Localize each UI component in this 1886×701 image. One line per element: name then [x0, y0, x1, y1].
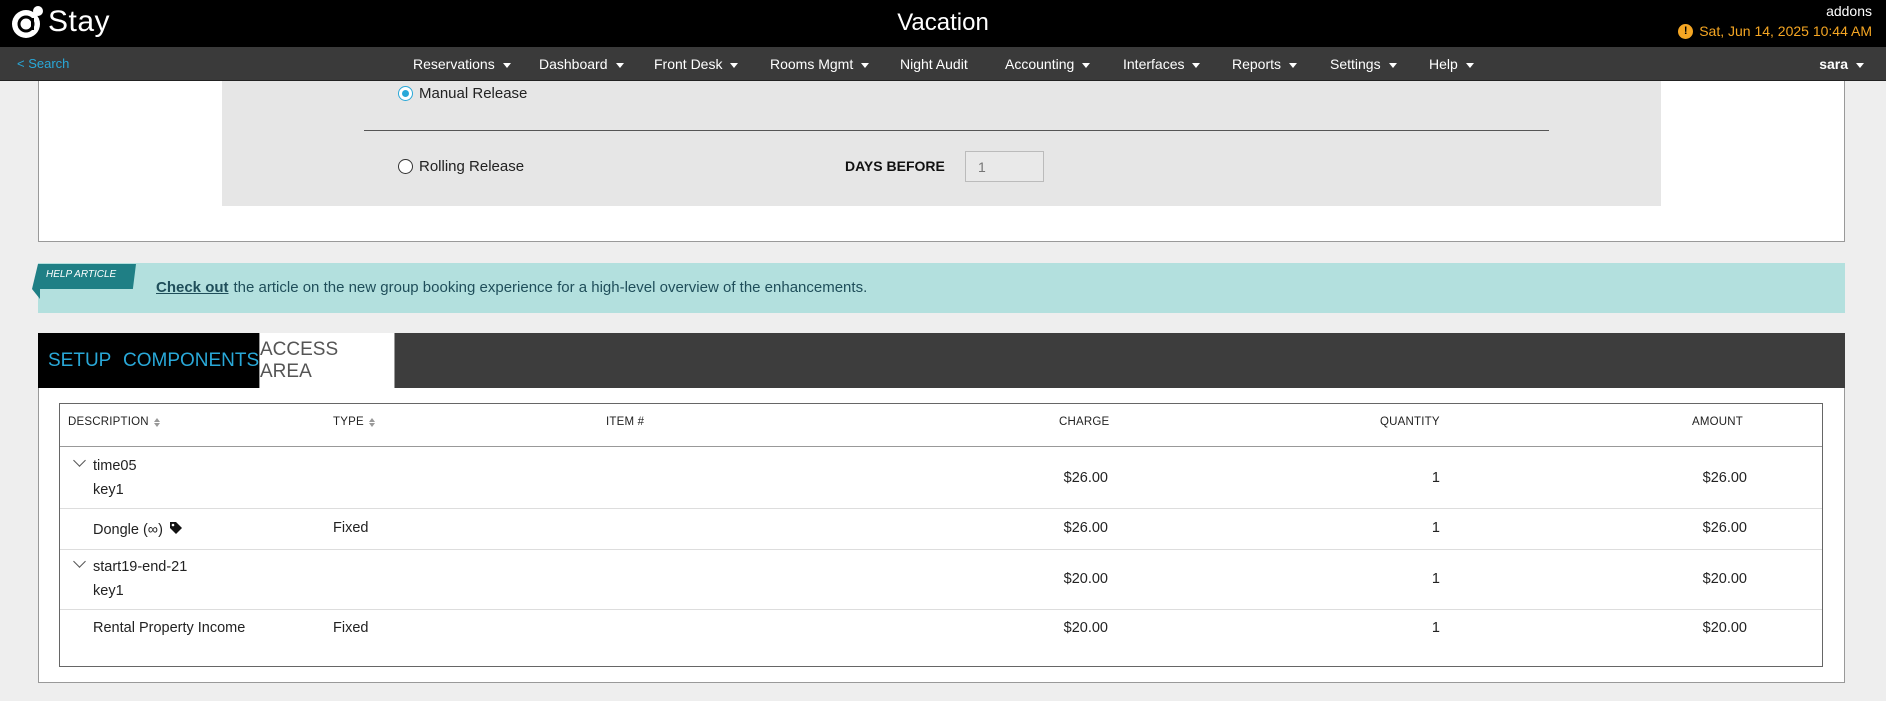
nav-label: Help: [1429, 56, 1458, 72]
tab-components[interactable]: COMPONENTS: [123, 333, 259, 388]
logo-mark-icon: [10, 4, 46, 40]
tab-access-area[interactable]: ACCESS AREA: [259, 333, 395, 388]
row-description: start19-end-21: [93, 559, 188, 575]
column-header-type[interactable]: TYPE: [333, 416, 375, 428]
caret-down-icon: [730, 62, 739, 68]
nav-front-desk[interactable]: Front Desk: [654, 56, 739, 72]
nav-accounting[interactable]: Accounting: [1005, 56, 1091, 72]
app-title: Vacation: [897, 9, 989, 36]
nav-label: Reservations: [413, 56, 495, 72]
business-date: ! Sat, Jun 14, 2025 10:44 AM: [1678, 23, 1872, 39]
check-out-link[interactable]: Check out: [156, 279, 229, 296]
row-amount: $26.00: [1702, 470, 1747, 486]
nav-dashboard[interactable]: Dashboard: [539, 56, 624, 72]
caret-down-icon: [1388, 62, 1397, 68]
manual-release-radio[interactable]: [398, 86, 413, 101]
row-charge: $26.00: [1063, 520, 1108, 536]
days-before-input[interactable]: [965, 151, 1044, 182]
main-nav: < Search Reservations Dashboard Front De…: [0, 47, 1886, 81]
days-before-label: DAYS BEFORE: [845, 158, 945, 174]
access-area-table: DESCRIPTION TYPE ITEM # CHARGE QUANTITY …: [59, 403, 1823, 667]
nav-label: Front Desk: [654, 56, 723, 72]
row-amount: $26.00: [1702, 520, 1747, 536]
nav-label: Interfaces: [1123, 56, 1185, 72]
manual-release-label[interactable]: Manual Release: [419, 85, 527, 102]
row-type: Fixed: [333, 520, 369, 536]
nav-label: Dashboard: [539, 56, 608, 72]
account-name[interactable]: addons: [1678, 3, 1872, 19]
row-quantity: 1: [1431, 620, 1440, 636]
warning-icon: !: [1678, 23, 1694, 39]
row-subdescription: key1: [93, 583, 124, 599]
caret-down-icon: [615, 62, 624, 68]
help-article-text: Check out the article on the new group bo…: [156, 279, 867, 296]
logo-text: Stay: [48, 5, 111, 38]
user-name: sara: [1819, 56, 1848, 72]
nav-label: Reports: [1232, 56, 1282, 72]
nav-rooms-mgmt[interactable]: Rooms Mgmt: [770, 56, 870, 72]
nav-help[interactable]: Help: [1429, 56, 1474, 72]
row-divider: [60, 609, 1822, 610]
caret-down-icon: [1289, 62, 1298, 68]
caret-down-icon: [502, 62, 511, 68]
column-header-item: ITEM #: [606, 416, 645, 428]
datetime-text: Sat, Jun 14, 2025 10:44 AM: [1699, 23, 1872, 39]
tab-setup[interactable]: SETUP: [48, 333, 111, 388]
caret-down-icon: [1192, 62, 1201, 68]
caret-down-icon: [1856, 62, 1864, 68]
nav-reports[interactable]: Reports: [1232, 56, 1298, 72]
caret-down-icon: [861, 62, 870, 68]
nav-interfaces[interactable]: Interfaces: [1123, 56, 1201, 72]
row-description: Dongle (∞): [93, 521, 183, 539]
nav-night-audit[interactable]: Night Audit: [900, 56, 968, 72]
column-header-amount: AMOUNT: [1692, 416, 1744, 428]
header-info: addons ! Sat, Jun 14, 2025 10:44 AM: [1678, 3, 1872, 39]
row-charge: $20.00: [1063, 571, 1108, 587]
sort-icon: [153, 417, 160, 427]
nav-settings[interactable]: Settings: [1330, 56, 1397, 72]
row-type: Fixed: [333, 620, 369, 636]
app-logo[interactable]: Stay: [10, 4, 110, 40]
column-header-charge: CHARGE: [1059, 416, 1110, 428]
nav-label: Night Audit: [900, 56, 968, 72]
top-bar: Stay Vacation addons ! Sat, Jun 14, 2025…: [0, 0, 1886, 47]
row-quantity: 1: [1431, 520, 1440, 536]
tab-bar: SETUP COMPONENTS ACCESS AREA: [38, 333, 1845, 388]
row-quantity: 1: [1431, 571, 1440, 587]
nav-label: Settings: [1330, 56, 1381, 72]
nav-reservations[interactable]: Reservations: [413, 56, 511, 72]
row-charge: $20.00: [1063, 620, 1108, 636]
rolling-release-radio[interactable]: [398, 159, 413, 174]
sort-icon: [368, 417, 375, 427]
header-divider: [60, 446, 1822, 447]
nav-label: Rooms Mgmt: [770, 56, 854, 72]
row-charge: $26.00: [1063, 470, 1108, 486]
row-divider: [60, 508, 1822, 509]
row-description: time05: [93, 458, 137, 474]
row-amount: $20.00: [1702, 620, 1747, 636]
chevron-down-icon[interactable]: [73, 555, 86, 568]
nav-label: Accounting: [1005, 56, 1075, 72]
row-amount: $20.00: [1702, 571, 1747, 587]
release-divider: [364, 130, 1549, 131]
help-description: the article on the new group booking exp…: [233, 279, 868, 296]
row-description: Rental Property Income: [93, 620, 246, 636]
caret-down-icon: [1465, 62, 1474, 68]
row-subdescription: key1: [93, 482, 124, 498]
row-quantity: 1: [1431, 470, 1440, 486]
chevron-down-icon[interactable]: [73, 454, 86, 467]
ribbon-fold: [32, 289, 40, 299]
rolling-release-label[interactable]: Rolling Release: [419, 158, 524, 175]
help-article-ribbon: HELP ARTICLE: [32, 264, 136, 289]
column-header-description[interactable]: DESCRIPTION: [68, 416, 160, 428]
user-menu[interactable]: sara: [1819, 56, 1864, 72]
row-divider: [60, 549, 1822, 550]
caret-down-icon: [1082, 62, 1091, 68]
column-header-quantity: QUANTITY: [1380, 416, 1440, 428]
tag-icon: [169, 521, 183, 539]
